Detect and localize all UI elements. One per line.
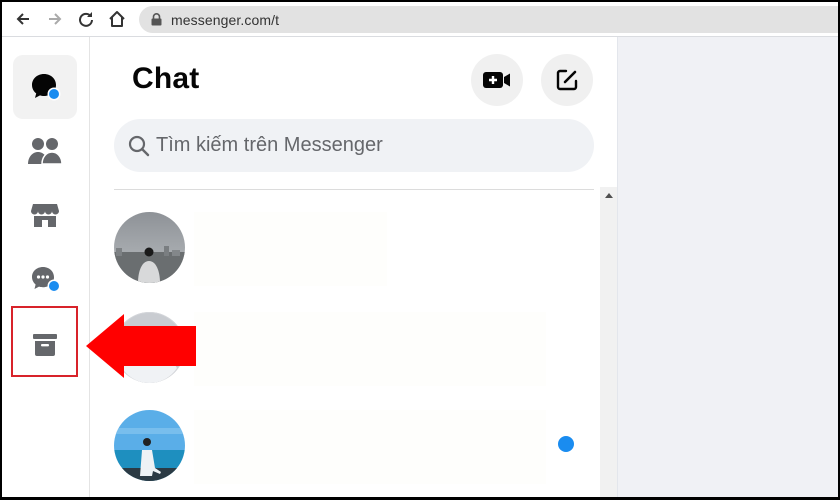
message-requests-icon — [32, 267, 61, 293]
rail-item-chats[interactable] — [13, 55, 77, 119]
rail-item-people[interactable] — [13, 119, 77, 183]
conversation-row[interactable] — [114, 212, 594, 288]
archive-highlight-box — [11, 306, 78, 377]
browser-toolbar: messenger.com/t — [2, 2, 838, 37]
home-button[interactable] — [106, 8, 128, 30]
annotation-arrow-icon — [86, 314, 196, 378]
conversation-name — [194, 212, 387, 286]
conversation-row[interactable] — [114, 410, 594, 486]
people-icon — [28, 138, 63, 165]
address-bar[interactable]: messenger.com/t — [139, 6, 838, 33]
search-field[interactable] — [114, 119, 594, 172]
video-plus-icon — [483, 72, 510, 88]
city-skyline-photo — [114, 212, 185, 283]
home-icon — [109, 11, 125, 27]
compose-icon — [556, 69, 578, 91]
back-arrow-icon — [16, 13, 29, 25]
divider — [114, 189, 594, 190]
reload-icon — [79, 12, 93, 27]
compose-button[interactable] — [541, 54, 593, 106]
unread-indicator — [558, 436, 574, 452]
store-icon — [31, 204, 59, 227]
search-icon — [128, 135, 150, 156]
conversation-pane — [617, 37, 838, 497]
triangle-up-icon — [604, 192, 613, 198]
forward-button[interactable] — [44, 8, 66, 30]
back-button[interactable] — [12, 8, 34, 30]
avatar — [114, 212, 185, 283]
search-input[interactable] — [156, 134, 556, 157]
avatar — [114, 410, 185, 481]
chat-list-panel: Chat — [91, 37, 617, 497]
url-text: messenger.com/t — [171, 11, 280, 28]
browser-window: messenger.com/t Chat Tìm kiếm trên Messe… — [0, 0, 840, 500]
beach-photo — [114, 410, 185, 481]
rail-item-marketplace[interactable] — [13, 183, 77, 247]
rail-item-message-requests[interactable] — [13, 247, 77, 311]
new-room-button[interactable] — [471, 54, 523, 106]
chat-bubble-icon — [32, 74, 61, 101]
forward-arrow-icon — [49, 13, 62, 25]
scroll-up-button[interactable] — [600, 187, 617, 203]
lock-icon — [151, 13, 162, 26]
conversation-name — [194, 410, 546, 484]
scrollbar[interactable] — [600, 187, 617, 497]
left-nav-rail — [2, 37, 90, 497]
reload-button[interactable] — [75, 8, 97, 30]
conversation-name — [194, 312, 546, 386]
page-title: Chat — [132, 62, 200, 95]
